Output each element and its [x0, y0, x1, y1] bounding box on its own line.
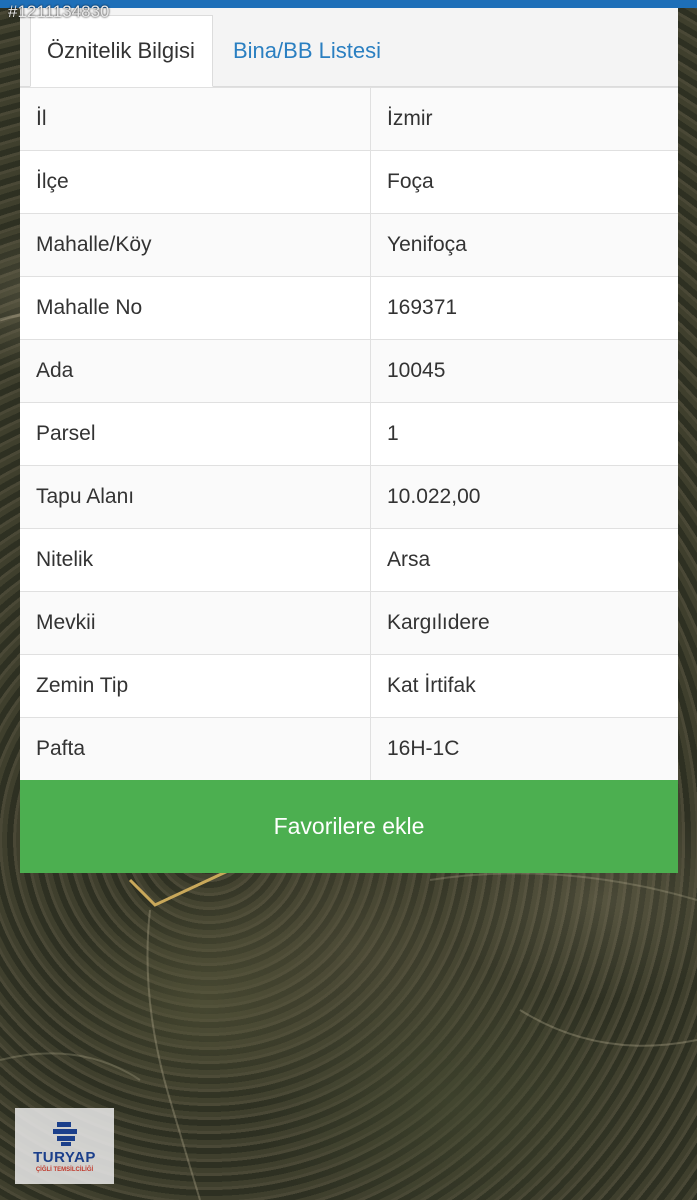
tab-attribute-info[interactable]: Öznitelik Bilgisi [30, 15, 213, 87]
turyap-emblem-icon [52, 1121, 77, 1146]
attr-value: 169371 [370, 276, 678, 340]
tab-building-list[interactable]: Bina/BB Listesi [217, 15, 397, 86]
table-row: Nitelik Arsa [20, 528, 678, 592]
attribute-table: İl İzmir İlçe Foça Mahalle/Köy Yenifoça Mah… [20, 87, 678, 780]
attr-value: 10045 [370, 339, 678, 403]
attr-key: Nitelik [20, 528, 371, 592]
attr-value: 10.022,00 [370, 465, 678, 529]
tab-bar: Öznitelik Bilgisi Bina/BB Listesi [20, 8, 678, 87]
attribute-panel: Öznitelik Bilgisi Bina/BB Listesi İl İzmi… [20, 8, 678, 873]
attr-value: 1 [370, 402, 678, 466]
attr-key: Ada [20, 339, 371, 403]
attr-value: Foça [370, 150, 678, 214]
attr-key: Zemin Tip [20, 654, 371, 718]
logo-subtitle: ÇİĞLİ TEMSİLCİLİĞİ [35, 1166, 94, 1173]
table-row: Pafta 16H-1C [20, 717, 678, 780]
table-row: İl İzmir [20, 87, 678, 151]
table-row: Mahalle No 169371 [20, 276, 678, 340]
attr-key: Parsel [20, 402, 371, 466]
table-row: Tapu Alanı 10.022,00 [20, 465, 678, 529]
table-row: İlçe Foça [20, 150, 678, 214]
attr-value: Kat İrtifak [370, 654, 678, 718]
attr-value: Yenifoça [370, 213, 678, 277]
attr-value: Kargılıdere [370, 591, 678, 655]
attr-key: Mevkii [20, 591, 371, 655]
turyap-logo: TURYAP ÇİĞLİ TEMSİLCİLİĞİ [15, 1108, 114, 1184]
table-row: Parsel 1 [20, 402, 678, 466]
attr-key: Mahalle/Köy [20, 213, 371, 277]
listing-id: #1211134830 [8, 2, 110, 21]
attr-key: İl [20, 87, 371, 151]
attr-key: Mahalle No [20, 276, 371, 340]
table-row: Mevkii Kargılıdere [20, 591, 678, 655]
parcel-boundary [128, 868, 231, 907]
attr-value: Arsa [370, 528, 678, 592]
table-row: Zemin Tip Kat İrtifak [20, 654, 678, 718]
add-to-favorites-button[interactable]: Favorilere ekle [20, 780, 678, 873]
attr-key: Pafta [20, 717, 371, 780]
logo-text: TURYAP [33, 1148, 96, 1166]
attr-key: İlçe [20, 150, 371, 214]
table-row: Ada 10045 [20, 339, 678, 403]
attr-value: 16H-1C [370, 717, 678, 780]
attr-key: Tapu Alanı [20, 465, 371, 529]
attr-value: İzmir [370, 87, 678, 151]
table-row: Mahalle/Köy Yenifoça [20, 213, 678, 277]
